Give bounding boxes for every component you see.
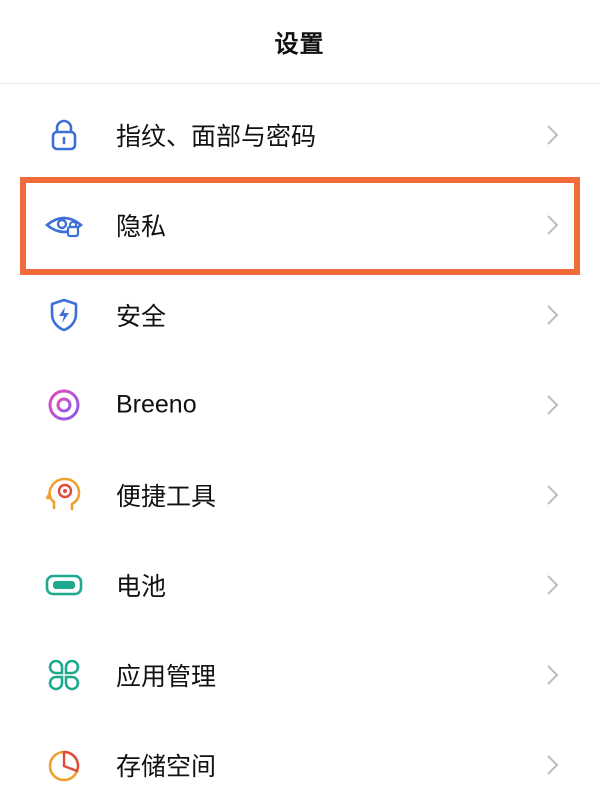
- settings-item-label: 电池: [116, 572, 167, 601]
- settings-item-breeno[interactable]: Breeno: [0, 360, 599, 450]
- chevron-right-icon: [547, 485, 559, 505]
- settings-item-fingerprint-face-password[interactable]: 指纹、面部与密码: [0, 90, 599, 180]
- settings-item-label: 安全: [116, 302, 167, 331]
- settings-item-convenience-tools[interactable]: 便捷工具: [0, 450, 599, 540]
- battery-icon: [44, 565, 84, 605]
- apps-grid-icon: [44, 655, 84, 695]
- settings-item-security[interactable]: 安全: [0, 270, 599, 360]
- chevron-right-icon: [547, 755, 559, 775]
- chevron-right-icon: [547, 575, 559, 595]
- chevron-right-icon: [547, 125, 559, 145]
- lock-icon: [44, 115, 84, 155]
- highlight-box: [20, 177, 580, 275]
- security-shield-icon: [44, 295, 84, 335]
- settings-item-battery[interactable]: 电池: [0, 540, 599, 630]
- chevron-right-icon: [547, 665, 559, 685]
- chevron-right-icon: [547, 305, 559, 325]
- settings-item-label: 存储空间: [116, 752, 217, 781]
- settings-item-label: Breeno: [116, 390, 197, 419]
- settings-item-storage[interactable]: 存储空间: [0, 720, 599, 810]
- page-title: 设置: [274, 30, 325, 58]
- settings-item-label: 应用管理: [116, 662, 217, 691]
- chevron-right-icon: [547, 395, 559, 415]
- head-target-icon: [44, 475, 84, 515]
- breeno-ring-icon: [44, 385, 84, 425]
- settings-item-app-management[interactable]: 应用管理: [0, 630, 599, 720]
- storage-pie-icon: [44, 745, 84, 785]
- settings-item-label: 指纹、面部与密码: [116, 122, 317, 151]
- settings-item-label: 便捷工具: [116, 482, 217, 511]
- app-header: 设置: [0, 0, 599, 84]
